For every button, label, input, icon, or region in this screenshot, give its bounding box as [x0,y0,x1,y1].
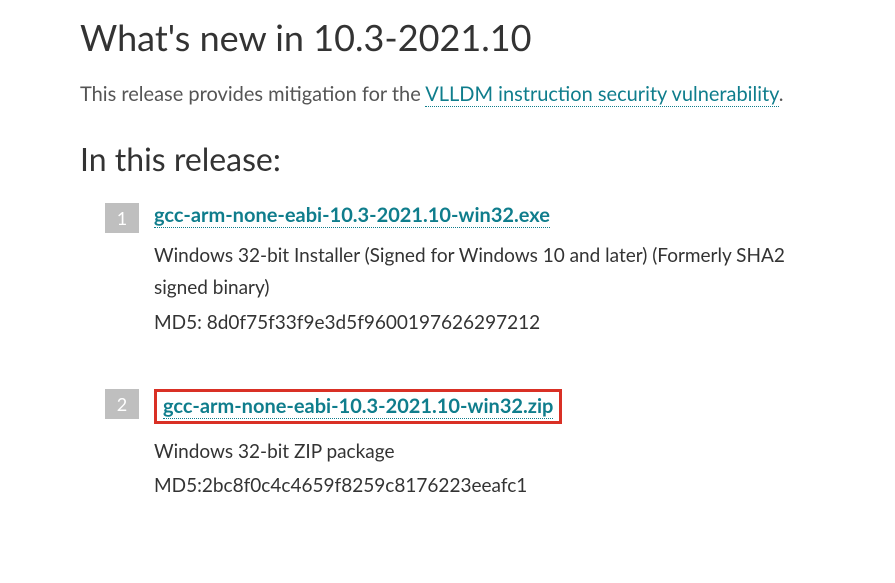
section-heading: In this release: [80,139,825,178]
item-description: Windows 32-bit ZIP package [154,436,825,468]
vulnerability-link[interactable]: VLLDM instruction security vulnerability [425,82,779,107]
list-item: 1 gcc-arm-none-eabi-10.3-2021.10-win32.e… [105,203,825,339]
intro-text: This release provides mitigation for the… [80,79,825,109]
item-md5: MD5:2bc8f0c4c4659f8259c8176223eeafc1 [154,470,825,502]
item-number-badge: 2 [105,389,139,419]
download-link[interactable]: gcc-arm-none-eabi-10.3-2021.10-win32.exe [154,203,550,228]
download-link[interactable]: gcc-arm-none-eabi-10.3-2021.10-win32.zip [163,394,553,419]
item-content: gcc-arm-none-eabi-10.3-2021.10-win32.exe… [154,203,825,339]
intro-prefix: This release provides mitigation for the [80,82,425,106]
item-description: Windows 32-bit Installer (Signed for Win… [154,240,825,305]
list-item: 2 gcc-arm-none-eabi-10.3-2021.10-win32.z… [105,389,825,503]
item-md5: MD5: 8d0f75f33f9e3d5f9600197626297212 [154,307,825,339]
page-title: What's new in 10.3-2021.10 [80,15,825,59]
item-number-badge: 1 [105,203,139,233]
item-content: gcc-arm-none-eabi-10.3-2021.10-win32.zip… [154,389,825,503]
intro-suffix: . [779,82,784,106]
highlight-box: gcc-arm-none-eabi-10.3-2021.10-win32.zip [154,389,562,424]
